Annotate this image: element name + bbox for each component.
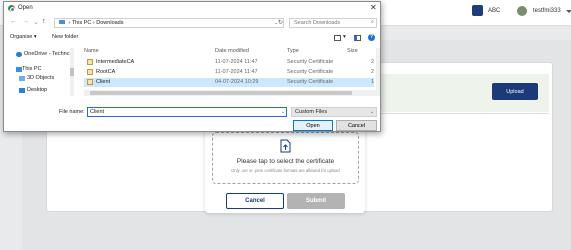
3d-objects-icon — [19, 76, 25, 81]
back-arrow-icon[interactable]: ← — [10, 18, 17, 25]
dropzone-title: Please tap to select the certificate — [236, 158, 335, 165]
dialog-title: Open — [18, 5, 33, 11]
nav-item-desktop[interactable]: Desktop — [27, 87, 47, 93]
file-name-input[interactable]: Client — [87, 107, 287, 117]
onedrive-icon — [16, 52, 22, 57]
chevron-down-icon[interactable]: ⌄ — [281, 109, 285, 115]
file-size: 1 — [371, 79, 375, 85]
submit-button[interactable]: Submit — [287, 193, 345, 209]
breadcrumb-separator: › — [68, 20, 71, 26]
file-size: 2 — [371, 59, 375, 65]
dialog-cancel-button[interactable]: Cancel — [336, 120, 377, 131]
file-name: IntermediateCA — [96, 59, 135, 65]
cancel-button[interactable]: Cancel — [226, 193, 284, 209]
view-options-icon[interactable] — [334, 35, 341, 41]
dialog-toolbar: Organise ▾ New folder ▾ ? — [4, 32, 380, 44]
user-menu[interactable]: testfmi333 — [516, 5, 571, 17]
avatar — [516, 5, 528, 17]
org-label: ABC — [488, 7, 501, 14]
dropzone-hint: Only .cer or .pem certificate formats ar… — [231, 168, 340, 173]
file-type: Security Certificate — [287, 79, 334, 85]
navigation-bar: ← → ⌄ ↑ › This PC › Downloads ⌄ ↻ Search… — [4, 16, 380, 30]
column-header-size[interactable]: Size — [347, 48, 358, 54]
address-bar[interactable]: › This PC › Downloads — [54, 18, 284, 28]
nav-pane-scroll-thumb[interactable] — [70, 68, 74, 76]
file-type-select[interactable]: Custom Files — [291, 107, 377, 117]
column-header-type[interactable]: Type — [287, 48, 299, 54]
file-type: Security Certificate — [287, 59, 334, 65]
close-icon[interactable]: ✕ — [370, 3, 377, 12]
nav-item-onedrive[interactable]: OneDrive - Technc — [24, 51, 69, 57]
file-date: 11-07-2024 11:47 — [215, 59, 258, 65]
desktop-icon — [19, 88, 25, 93]
divider — [360, 113, 549, 114]
file-name: RootCA — [96, 69, 116, 75]
open-button[interactable]: Open — [293, 120, 333, 131]
view-options-dropdown[interactable]: ▾ — [343, 34, 346, 40]
computer-icon — [59, 20, 65, 24]
nav-item-this-pc[interactable]: This PC — [22, 66, 42, 72]
column-header-name[interactable]: Name — [84, 48, 99, 54]
preview-pane-icon[interactable] — [354, 35, 361, 41]
open-file-dialog: Open ✕ ← → ⌄ ↑ › This PC › Downloads ⌄ ↻… — [3, 1, 381, 132]
certificate-file-icon — [87, 59, 93, 65]
file-date: 11-07-2024 11:47 — [215, 69, 258, 75]
forward-arrow-icon[interactable]: → — [22, 18, 29, 25]
certificate-file-icon — [87, 79, 93, 85]
chevron-down-icon[interactable]: ⌄ — [370, 109, 374, 115]
search-input[interactable]: Search Downloads — [289, 18, 377, 28]
user-name: testfmi333 — [533, 8, 561, 14]
file-row-selected[interactable]: Client 04-07-2024 10:29 Security Certifi… — [84, 78, 374, 87]
new-folder-button[interactable]: New folder — [52, 34, 78, 40]
organise-menu[interactable]: Organise ▾ — [10, 34, 37, 40]
file-row[interactable]: IntermediateCA 11-07-2024 11:47 Security… — [84, 58, 374, 67]
file-list-vertical-scrollbar[interactable] — [376, 48, 380, 90]
navigation-pane: OneDrive - Technc This PC 3D Objects Des… — [6, 46, 78, 100]
file-size: 2 — [371, 69, 375, 75]
breadcrumb-this-pc[interactable]: This PC — [72, 20, 92, 26]
breadcrumb-separator: › — [92, 20, 95, 26]
file-row[interactable]: RootCA 11-07-2024 11:47 Security Certifi… — [84, 68, 374, 77]
refresh-icon[interactable]: ↻ — [278, 19, 283, 26]
upload-file-icon — [280, 139, 291, 153]
building-icon — [472, 5, 483, 16]
nav-item-3d-objects[interactable]: 3D Objects — [27, 75, 54, 81]
file-date: 04-07-2024 10:29 — [215, 79, 259, 85]
chrome-icon — [8, 5, 15, 12]
org-switcher[interactable]: ABC — [472, 5, 500, 16]
help-icon[interactable]: ? — [368, 34, 375, 41]
recent-locations-icon[interactable]: ⌄ — [33, 18, 39, 26]
chevron-down-icon — [565, 9, 571, 13]
column-header-date[interactable]: Date modified — [215, 48, 249, 54]
horizontal-scroll-thumb[interactable] — [90, 91, 352, 95]
certificate-file-icon — [87, 69, 93, 75]
file-name: Client — [96, 79, 111, 85]
search-icon: ⌕ — [371, 19, 374, 25]
dialog-titlebar[interactable]: Open ✕ — [4, 2, 380, 15]
file-name-label: File name: — [59, 109, 85, 115]
up-arrow-icon[interactable]: ↑ — [42, 18, 46, 25]
upload-button[interactable]: Upload — [492, 83, 538, 100]
breadcrumb-downloads[interactable]: Downloads — [96, 20, 123, 26]
file-type: Security Certificate — [287, 69, 334, 75]
